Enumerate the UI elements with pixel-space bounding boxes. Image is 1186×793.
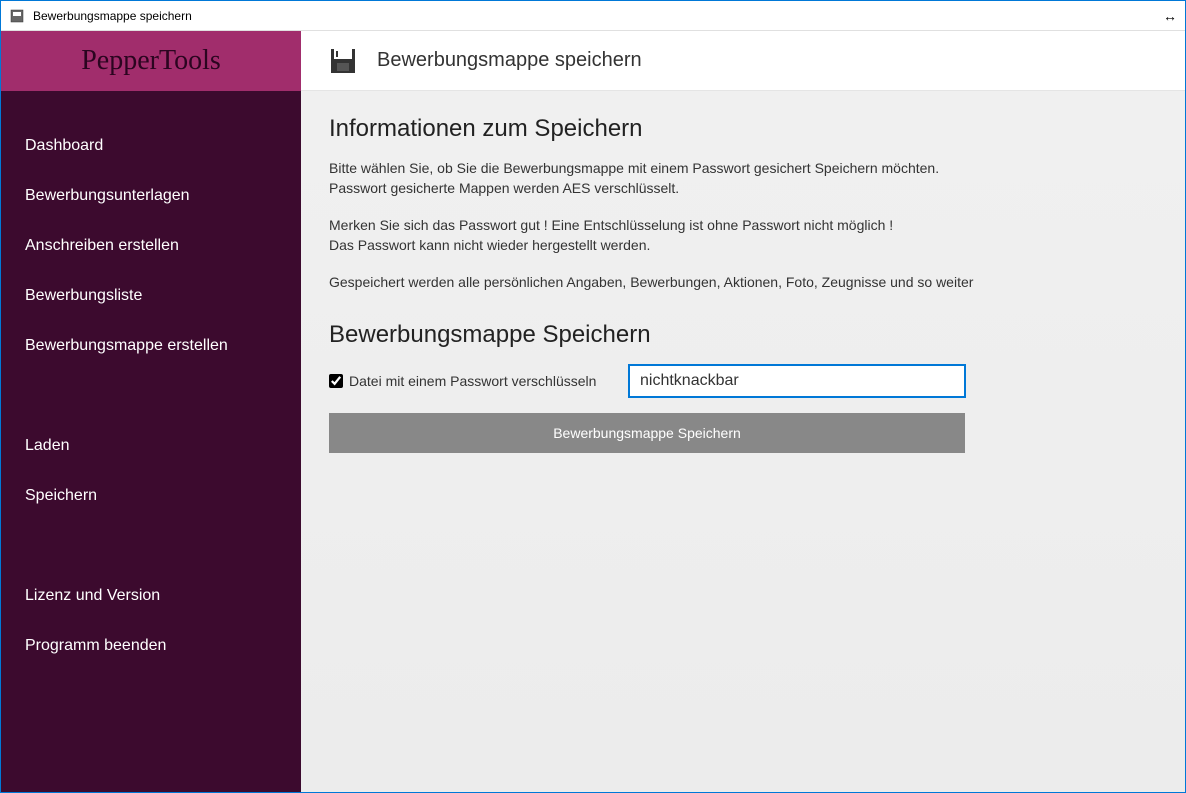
encrypt-checkbox-label: Datei mit einem Passwort verschlüsseln	[349, 373, 596, 389]
window-title: Bewerbungsmappe speichern	[33, 9, 1163, 23]
sidebar-item-lizenz-version[interactable]: Lizenz und Version	[1, 571, 301, 621]
encrypt-checkbox-wrap: Datei mit einem Passwort verschlüsseln	[329, 373, 629, 389]
sidebar-nav: Dashboard Bewerbungsunterlagen Anschreib…	[1, 91, 301, 671]
sidebar-item-label: Bewerbungsliste	[25, 287, 142, 304]
main-area: Bewerbungsmappe speichern Informationen …	[301, 31, 1185, 792]
sidebar-item-bewerbungsmappe-erstellen[interactable]: Bewerbungsmappe erstellen	[1, 321, 301, 371]
page-title: Bewerbungsmappe speichern	[377, 49, 642, 72]
sidebar-item-label: Programm beenden	[25, 637, 166, 654]
info-text: Passwort gesicherte Mappen werden AES ve…	[329, 179, 1157, 199]
info-paragraph-2: Merken Sie sich das Passwort gut ! Eine …	[329, 216, 1157, 255]
main-content: Informationen zum Speichern Bitte wählen…	[301, 91, 1185, 792]
sidebar-item-label: Dashboard	[25, 137, 103, 154]
info-paragraph-1: Bitte wählen Sie, ob Sie die Bewerbungsm…	[329, 159, 1157, 198]
sidebar-item-label: Bewerbungsunterlagen	[25, 187, 190, 204]
info-paragraph-3: Gespeichert werden alle persönlichen Ang…	[329, 273, 1157, 293]
sidebar-divider	[1, 521, 301, 571]
sidebar-item-anschreiben-erstellen[interactable]: Anschreiben erstellen	[1, 221, 301, 271]
main-header: Bewerbungsmappe speichern	[301, 31, 1185, 91]
titlebar[interactable]: Bewerbungsmappe speichern ↔	[1, 1, 1185, 31]
sidebar-item-programm-beenden[interactable]: Programm beenden	[1, 621, 301, 671]
app-window: Bewerbungsmappe speichern ↔ PepperTools …	[0, 0, 1186, 793]
sidebar-item-label: Bewerbungsmappe erstellen	[25, 337, 228, 354]
resize-arrows-icon[interactable]: ↔	[1163, 8, 1177, 24]
info-heading: Informationen zum Speichern	[329, 115, 1157, 143]
save-button[interactable]: Bewerbungsmappe Speichern	[329, 413, 965, 453]
password-input[interactable]	[629, 365, 965, 397]
encrypt-checkbox[interactable]	[329, 374, 343, 388]
info-text: Bitte wählen Sie, ob Sie die Bewerbungsm…	[329, 159, 1157, 179]
sidebar-item-bewerbungsunterlagen[interactable]: Bewerbungsunterlagen	[1, 171, 301, 221]
app-body: PepperTools Dashboard Bewerbungsunterlag…	[1, 31, 1185, 792]
sidebar-item-label: Lizenz und Version	[25, 587, 160, 604]
sidebar-item-laden[interactable]: Laden	[1, 421, 301, 471]
sidebar-item-label: Anschreiben erstellen	[25, 237, 179, 254]
info-text: Das Passwort kann nicht wieder hergestel…	[329, 236, 1157, 256]
app-logo: PepperTools	[1, 31, 301, 91]
save-heading: Bewerbungsmappe Speichern	[329, 321, 1157, 349]
sidebar-item-label: Speichern	[25, 487, 97, 504]
sidebar-item-dashboard[interactable]: Dashboard	[1, 121, 301, 171]
sidebar-item-speichern[interactable]: Speichern	[1, 471, 301, 521]
sidebar: PepperTools Dashboard Bewerbungsunterlag…	[1, 31, 301, 792]
app-icon	[9, 8, 25, 24]
info-text: Gespeichert werden alle persönlichen Ang…	[329, 273, 1157, 293]
save-icon	[329, 47, 357, 75]
info-text: Merken Sie sich das Passwort gut ! Eine …	[329, 216, 1157, 236]
sidebar-item-bewerbungsliste[interactable]: Bewerbungsliste	[1, 271, 301, 321]
encrypt-row: Datei mit einem Passwort verschlüsseln	[329, 365, 1157, 397]
sidebar-item-label: Laden	[25, 437, 70, 454]
sidebar-divider	[1, 371, 301, 421]
